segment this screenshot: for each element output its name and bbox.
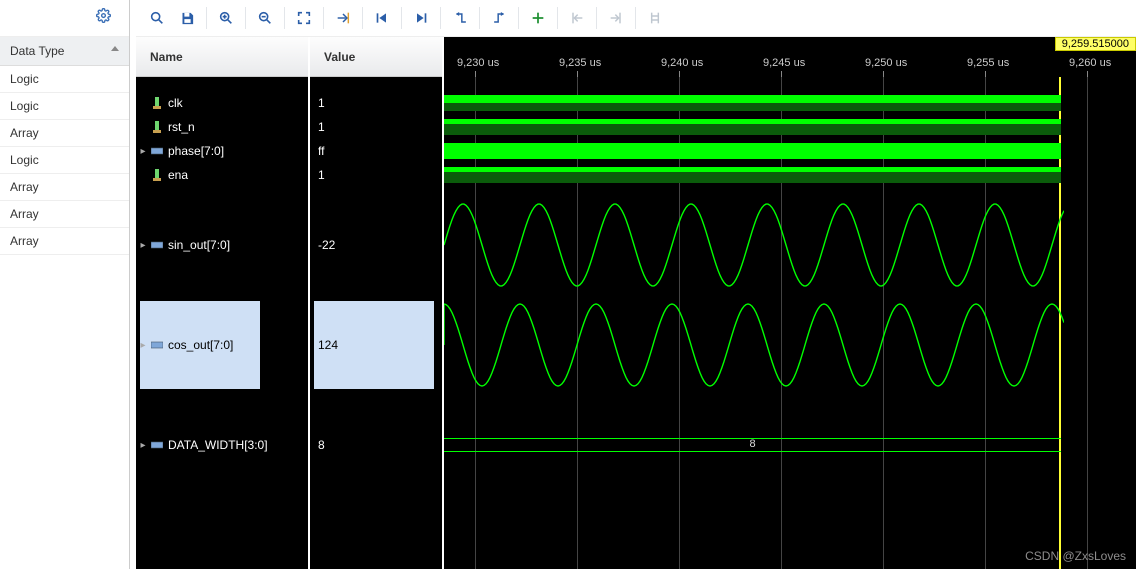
waveform-canvas[interactable]: 8 (444, 77, 1136, 569)
sidebar-item[interactable]: Logic (0, 93, 129, 120)
bus-icon (150, 340, 164, 350)
wire-icon (150, 97, 164, 109)
swap-marker-icon (640, 3, 670, 33)
expand-icon[interactable]: ▸ (136, 146, 150, 157)
analog-waveform (444, 201, 1064, 289)
signal-value: 1 (318, 168, 325, 182)
bus-icon (150, 240, 164, 250)
signal-name: ena (164, 168, 188, 182)
zoom-fit-icon[interactable] (289, 3, 319, 33)
signal-value: -22 (318, 238, 335, 252)
ruler-tick: 9,235 us (559, 57, 601, 69)
digital-waveform (444, 95, 1061, 111)
sidebar-item[interactable]: Array (0, 120, 129, 147)
sidebar-item[interactable]: Array (0, 201, 129, 228)
column-value: Value 1 1 ff 1 -22 124 8 (310, 37, 444, 569)
signal-value: 124 (318, 338, 338, 352)
ruler-tick: 9,230 us (457, 57, 499, 69)
last-edge-icon[interactable] (406, 3, 436, 33)
column-waveform: 9,259.515000 9,230 us 9,235 us 9,240 us 9,2… (444, 37, 1136, 569)
signal-name: DATA_WIDTH[3:0] (164, 438, 268, 452)
signal-row[interactable]: ▸clk (136, 93, 308, 113)
ruler-tick: 9,260 us (1069, 57, 1111, 69)
digital-waveform (444, 167, 1061, 183)
expand-icon[interactable]: ▸ (136, 440, 150, 451)
cursor-time-label: 9,259.515000 (1055, 37, 1136, 51)
signal-name: clk (164, 96, 183, 110)
signal-row[interactable]: ▸ phase[7:0] (136, 141, 308, 161)
sidebar-item[interactable]: Logic (0, 66, 129, 93)
signal-name: rst_n (164, 120, 195, 134)
next-marker-icon (601, 3, 631, 33)
toolbar (136, 0, 1136, 37)
signal-value: 1 (318, 120, 325, 134)
analog-waveform (444, 301, 1064, 389)
gear-icon[interactable] (96, 8, 111, 28)
ruler-tick: 9,250 us (865, 57, 907, 69)
expand-icon[interactable]: ▸ (136, 340, 150, 351)
ruler-tick: 9,240 us (661, 57, 703, 69)
goto-cursor-icon[interactable] (328, 3, 358, 33)
grid-line (1087, 77, 1088, 569)
signal-name: phase[7:0] (164, 144, 224, 158)
search-icon[interactable] (142, 3, 172, 33)
column-name: Name ▸clk▸rst_n▸phase[7:0]▸ena▸sin_out[7… (136, 37, 310, 569)
zoom-in-icon[interactable] (211, 3, 241, 33)
toolbar-separator (596, 7, 597, 29)
digital-waveform (444, 119, 1061, 135)
bus-value-label: 8 (444, 438, 1061, 450)
toolbar-separator (284, 7, 285, 29)
bus-icon (150, 146, 164, 156)
signal-row[interactable]: ▸ena (136, 165, 308, 185)
toolbar-separator (635, 7, 636, 29)
digital-waveform (444, 143, 1061, 159)
column-value-header[interactable]: Value (310, 37, 442, 77)
signal-row[interactable]: ▸rst_n (136, 117, 308, 137)
column-name-header[interactable]: Name (136, 37, 308, 77)
sidebar-item[interactable]: Array (0, 174, 129, 201)
prev-edge-icon[interactable] (445, 3, 475, 33)
next-edge-icon[interactable] (484, 3, 514, 33)
first-edge-icon[interactable] (367, 3, 397, 33)
time-ruler[interactable]: 9,259.515000 9,230 us 9,235 us 9,240 us 9,2… (444, 37, 1136, 77)
signal-row[interactable]: ▸ sin_out[7:0] (136, 235, 308, 255)
bus-icon (150, 440, 164, 450)
signal-row[interactable]: ▸ cos_out[7:0] (136, 335, 308, 355)
sidebar-toolbar (0, 0, 129, 37)
signal-value: ff (318, 144, 324, 158)
toolbar-separator (206, 7, 207, 29)
toolbar-separator (245, 7, 246, 29)
signal-name: sin_out[7:0] (164, 238, 230, 252)
sidebar-item[interactable]: Array (0, 228, 129, 255)
toolbar-separator (479, 7, 480, 29)
wire-icon (150, 169, 164, 181)
signal-row[interactable]: ▸ DATA_WIDTH[3:0] (136, 435, 308, 455)
prev-marker-icon (562, 3, 592, 33)
sidebar: Data Type LogicLogicArrayLogicArrayArray… (0, 0, 130, 569)
toolbar-separator (518, 7, 519, 29)
toolbar-separator (440, 7, 441, 29)
app-root: Data Type LogicLogicArrayLogicArrayArray… (0, 0, 1136, 569)
signal-value: 8 (318, 438, 325, 452)
ruler-tick: 9,245 us (763, 57, 805, 69)
bus-waveform: 8 (444, 438, 1061, 452)
add-marker-icon[interactable] (523, 3, 553, 33)
toolbar-separator (557, 7, 558, 29)
main: Name ▸clk▸rst_n▸phase[7:0]▸ena▸sin_out[7… (136, 0, 1136, 569)
toolbar-separator (323, 7, 324, 29)
signal-name: cos_out[7:0] (164, 338, 233, 352)
zoom-out-icon[interactable] (250, 3, 280, 33)
sidebar-header[interactable]: Data Type (0, 37, 129, 66)
sidebar-list: Data Type LogicLogicArrayLogicArrayArray… (0, 37, 129, 255)
toolbar-separator (362, 7, 363, 29)
ruler-tick: 9,255 us (967, 57, 1009, 69)
expand-icon[interactable]: ▸ (136, 240, 150, 251)
save-icon[interactable] (172, 3, 202, 33)
signal-value: 1 (318, 96, 325, 110)
wire-icon (150, 121, 164, 133)
sidebar-item[interactable]: Logic (0, 147, 129, 174)
toolbar-separator (401, 7, 402, 29)
wave-area: Name ▸clk▸rst_n▸phase[7:0]▸ena▸sin_out[7… (136, 37, 1136, 569)
